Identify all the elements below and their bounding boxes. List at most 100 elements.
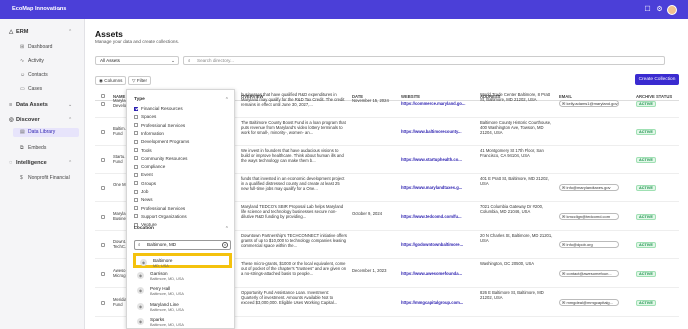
user-icon: ☺ [20, 72, 26, 78]
checkbox[interactable] [134, 139, 138, 144]
checkbox[interactable] [134, 156, 138, 161]
row-website-link[interactable]: https://www.tedcomd.com/fu... [401, 214, 477, 219]
checkbox[interactable] [134, 172, 138, 177]
checkbox[interactable] [134, 123, 138, 128]
row-email[interactable]: ✉ info@marylandtaxes.gov [559, 184, 619, 191]
checkbox[interactable] [134, 131, 138, 136]
row-checkbox[interactable] [101, 214, 105, 219]
row-website-link[interactable]: https://www.startuphealth.co... [401, 157, 477, 162]
row-website-link[interactable]: https://mmgcapitalgroup.com... [401, 300, 477, 305]
map-pin-icon: ◆ [137, 318, 144, 325]
gear-icon[interactable]: ⚙ [655, 5, 664, 14]
row-checkbox[interactable] [101, 186, 105, 190]
row-email[interactable]: ✉ kmcclign@tedcomd.com [559, 212, 619, 220]
row-checkbox[interactable] [101, 158, 105, 162]
sidebar-item-nonprofit-financial[interactable]: $ Nonprofit Financial [20, 175, 70, 181]
type-option[interactable]: Professional Services [134, 123, 185, 129]
grid-icon: ⊞ [20, 44, 25, 50]
sidebar-section-intelligence[interactable]: ◌ Intelligence [9, 160, 47, 166]
row-checkbox[interactable] [101, 300, 105, 305]
filter-button[interactable]: ▽ Filter [128, 76, 152, 85]
row-overview: funds that invested in an economic devel… [241, 176, 345, 192]
avatar[interactable] [667, 5, 677, 15]
type-option[interactable]: Tools [134, 148, 152, 154]
row-website-link[interactable]: https://www.marylandtaxes.g... [401, 185, 477, 190]
location-suggestion-highlighted[interactable]: ◆ Baltimore MD, USA [133, 253, 232, 268]
checkbox[interactable] [134, 148, 138, 152]
sidebar-section-discover[interactable]: ◎ Discover [9, 117, 40, 123]
row-checkbox[interactable] [101, 130, 105, 134]
row-overview: Downtown Partnership's TECHCONNECT initi… [241, 233, 347, 249]
row-website-link[interactable]: https://commerce.maryland.go... [401, 101, 477, 106]
columns-button[interactable]: ◉ Columns [95, 76, 127, 85]
location-suggestion[interactable]: ◆ Maryland Line Baltimore, MD, USA [133, 300, 232, 315]
type-option[interactable]: Compliance [134, 164, 165, 170]
sidebar-item-data-library[interactable]: ▤ Data Library [13, 128, 79, 137]
type-heading[interactable]: Type [134, 97, 145, 102]
checkbox[interactable] [134, 197, 138, 202]
sidebar-item-dashboard[interactable]: ⊞ Dashboard [20, 44, 52, 50]
sidebar-section-erm[interactable]: △ ERM [9, 29, 28, 35]
row-website-link[interactable]: https://godowntownbaltimore... [401, 242, 477, 247]
type-option[interactable]: Information [134, 131, 164, 137]
chevron-up-icon[interactable]: ⌃ [68, 160, 72, 166]
location-search-input[interactable]: ⌕ Baltimore, MD × [134, 240, 231, 250]
clear-icon[interactable]: × [222, 242, 228, 248]
type-option[interactable]: Professional Services [134, 206, 185, 212]
chevron-up-icon[interactable]: ⌃ [68, 117, 72, 123]
type-option[interactable]: Job [134, 189, 148, 195]
row-website-link[interactable]: https://www.awesomefounda... [401, 271, 477, 276]
chevron-up-icon[interactable]: ⌃ [68, 29, 72, 35]
checkbox[interactable] [134, 106, 138, 111]
row-checkbox[interactable] [101, 102, 105, 106]
chevron-down-icon[interactable]: ⌄ [68, 102, 72, 108]
status-badge: ACTIVE [636, 242, 656, 248]
chevron-down-icon[interactable]: ⌄ [57, 5, 62, 12]
status-badge: ACTIVE [636, 185, 656, 191]
asset-scope-select[interactable]: All Assets ⌄ [95, 56, 179, 65]
row-email[interactable]: ✉ info@dpob.org [559, 241, 619, 248]
row-checkbox[interactable] [101, 243, 105, 247]
search-icon: ⌕ [188, 58, 191, 63]
type-option[interactable]: News [134, 197, 153, 203]
row-email[interactable]: ✉ mmgdeal@mmgcapitalg... [559, 298, 619, 306]
sidebar-item-activity[interactable]: ∿ Activity [20, 58, 44, 64]
location-suggestion[interactable]: ◆ Garrison Baltimore, MD, USA [133, 269, 232, 284]
row-overview: Opportunity Fund Assistance Loan. Invest… [241, 290, 338, 306]
checkbox[interactable] [134, 214, 138, 219]
sidebar-item-contacts[interactable]: ☺ Contacts [20, 72, 48, 78]
sidebar: △ ERM ⌃ ⊞ Dashboard ∿ Activity ☺ Contacts ▭ C… [0, 19, 85, 329]
row-date: October 9, 2024 [352, 210, 383, 216]
search-icon: ⌕ [138, 242, 141, 247]
checkbox[interactable] [134, 189, 138, 194]
type-option[interactable]: Development Programs [134, 139, 189, 145]
chevron-up-icon[interactable]: ⌃ [225, 97, 229, 103]
checkbox[interactable] [134, 181, 138, 186]
search-input[interactable]: ⌕ Search directory... [183, 56, 665, 65]
type-option[interactable]: Support Organizations [134, 214, 187, 220]
row-checkbox[interactable] [101, 271, 105, 276]
location-suggestion[interactable]: ◆ Sparks Baltimore, MD, USA [133, 315, 232, 329]
type-option[interactable]: Financial Resources [134, 106, 183, 112]
sidebar-item-embeds[interactable]: ⧉ Embeds [20, 145, 46, 151]
sidebar-item-cases[interactable]: ▭ Cases [20, 86, 42, 92]
location-suggestion[interactable]: ◆ Perry Hall Baltimore, MD, USA [133, 284, 232, 299]
checkbox[interactable] [134, 206, 138, 211]
type-option[interactable]: Groups [134, 181, 156, 187]
type-option[interactable]: Community Resources [134, 156, 187, 162]
row-email[interactable]: ✉ kelly.adams1@maryland.gov [559, 100, 619, 107]
checkbox[interactable] [134, 114, 138, 119]
type-option[interactable]: Spaces [134, 114, 156, 120]
row-website-link[interactable]: https://www.baltimorecounty... [401, 129, 477, 134]
chevron-up-icon[interactable]: ⌃ [225, 226, 229, 232]
status-badge: ACTIVE [636, 157, 656, 163]
type-option[interactable]: Event [134, 172, 153, 178]
sidebar-section-data-assets[interactable]: ≡ Data Assets [9, 102, 48, 108]
row-address: Washington, DC 20500, USA [480, 261, 535, 266]
row-email[interactable]: ✉ contact@awesomefoun... [559, 269, 619, 277]
create-collection-button[interactable]: Create Collection [635, 74, 679, 85]
checkbox[interactable] [134, 164, 138, 169]
page-subtitle: Manage your data and create collections. [95, 39, 180, 44]
chat-icon[interactable]: ☐ [643, 5, 652, 14]
location-heading[interactable]: Location [134, 226, 154, 231]
